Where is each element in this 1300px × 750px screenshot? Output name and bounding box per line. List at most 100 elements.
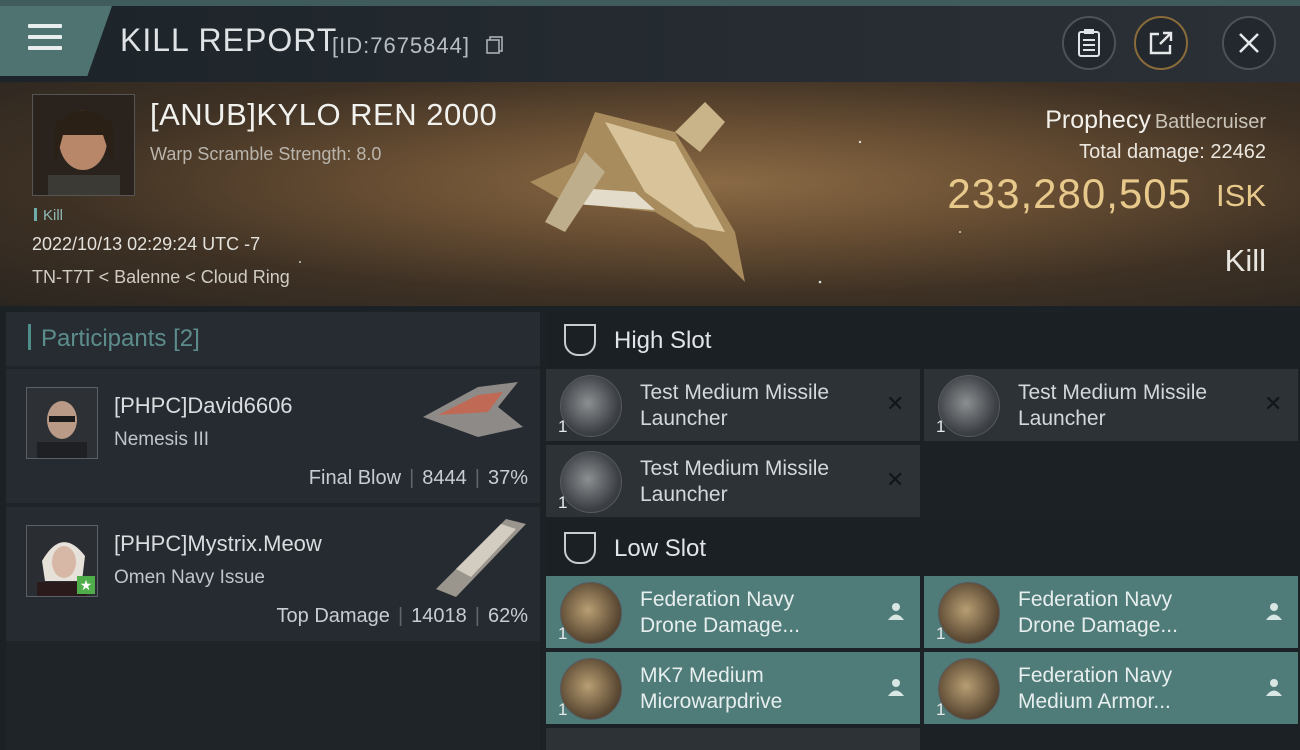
item-name-line1: Test Medium Missile — [640, 381, 830, 404]
low-slot-item[interactable]: 1 Federation Navy Drone Damage... — [546, 576, 920, 648]
item-quantity: 1 — [558, 493, 568, 512]
participant-row[interactable]: ★ [PHPC]Mystrix.Meow Omen Navy Issue Top… — [6, 507, 540, 641]
item-quantity: 1 — [936, 700, 946, 719]
person-icon — [888, 603, 904, 620]
ship-type: Prophecy Battlecruiser — [1045, 106, 1266, 135]
participant-percent: 62% — [487, 605, 528, 627]
participant-stats: Final Blow | 8444 | 37% — [308, 467, 528, 489]
isk-unit: ISK — [1216, 178, 1266, 213]
high-slot-title: High Slot — [614, 327, 712, 354]
participant-name: [PHPC]David6606 — [114, 393, 293, 418]
drone-damage-module-icon — [938, 582, 1000, 644]
victim-portrait[interactable] — [32, 94, 135, 196]
participant-role: Final Blow — [308, 467, 402, 489]
participant-ship: Omen Navy Issue — [114, 567, 265, 588]
kill-location[interactable]: TN-T7T < Balenne < Cloud Ring — [32, 267, 290, 288]
clipboard-button[interactable] — [1062, 16, 1116, 70]
person-icon — [1266, 679, 1282, 696]
item-quantity: 1 — [558, 624, 568, 643]
participant-ship: Nemesis III — [114, 429, 210, 450]
item-name: Federation Navy Drone Damage... — [1018, 587, 1178, 639]
participant-ship-image — [423, 382, 523, 437]
high-slot-item[interactable]: 1 Test Medium Missile Launcher ✕ — [924, 369, 1298, 441]
participants-title: Participants [2] — [28, 324, 200, 353]
item-name: Test Medium Missile Launcher — [1018, 380, 1207, 432]
ship-class: Battlecruiser — [1154, 111, 1266, 133]
low-slot-item[interactable]: 1 Federation Navy Drone Damage... — [924, 576, 1298, 648]
participant-percent: 37% — [487, 467, 528, 489]
report-id: [ID:7675844] — [332, 33, 470, 58]
item-name-line2: Medium Armor... — [1018, 690, 1171, 713]
victim-name: [ANUB]KYLO REN 2000 — [150, 97, 498, 132]
microwarpdrive-icon — [560, 658, 622, 720]
item-name-line1: Test Medium Missile — [640, 457, 830, 480]
isk-value: 233,280,505 — [947, 170, 1192, 217]
item-name: Test Medium Missile Launcher — [640, 456, 829, 508]
low-slot-item-partial[interactable] — [546, 728, 920, 750]
item-name-line1: Federation Navy — [640, 588, 795, 611]
participant-avatar[interactable] — [26, 387, 98, 459]
item-quantity: 1 — [558, 417, 568, 436]
participants-count: [2] — [173, 325, 200, 352]
victim-ship-image — [530, 102, 745, 282]
portrait-image — [33, 95, 134, 195]
share-button[interactable] — [1134, 16, 1188, 70]
item-name-line2: Microwarpdrive — [640, 690, 783, 713]
warp-scramble-strength: Warp Scramble Strength: 8.0 — [150, 144, 382, 164]
high-slot-icon — [564, 324, 596, 356]
star-icon: ★ — [77, 576, 95, 594]
hamburger-icon[interactable] — [28, 24, 62, 54]
close-icon — [1239, 33, 1259, 53]
item-name-line2: Launcher — [640, 407, 728, 430]
participant-avatar[interactable]: ★ — [26, 525, 98, 597]
participant-damage: 8444 — [422, 467, 467, 489]
copy-icon[interactable] — [486, 36, 504, 54]
item-name: MK7 Medium Microwarpdrive — [640, 663, 782, 715]
destroyed-icon: ✕ — [886, 391, 905, 416]
high-slot-header: High Slot — [546, 312, 1300, 368]
participant-row[interactable]: [PHPC]David6606 Nemesis III Final Blow | 8… — [6, 369, 540, 503]
person-icon — [1266, 603, 1282, 620]
item-name-line2: Drone Damage... — [640, 614, 800, 637]
destroyed-icon: ✕ — [1264, 391, 1283, 416]
low-slot-title: Low Slot — [614, 535, 707, 562]
low-slot-item[interactable]: 1 Federation Navy Medium Armor... — [924, 652, 1298, 724]
kill-result: Kill — [1224, 243, 1266, 278]
low-slot-header: Low Slot — [546, 520, 1300, 576]
item-quantity: 1 — [558, 700, 568, 719]
item-name-line2: Drone Damage... — [1018, 614, 1178, 637]
total-damage-value: 22462 — [1210, 141, 1266, 163]
item-name: Federation Navy Medium Armor... — [1018, 663, 1172, 715]
item-name-line1: MK7 Medium — [640, 664, 764, 687]
low-slot-icon — [564, 532, 596, 564]
participants-label: Participants — [41, 325, 167, 352]
high-slot-item[interactable]: 1 Test Medium Missile Launcher ✕ — [546, 445, 920, 517]
high-slot-item[interactable]: 1 Test Medium Missile Launcher ✕ — [546, 369, 920, 441]
item-name-line1: Federation Navy — [1018, 588, 1173, 611]
share-icon — [1149, 31, 1173, 55]
ship-name: Prophecy — [1045, 106, 1151, 134]
kill-tag: Kill — [34, 207, 63, 224]
item-name: Federation Navy Drone Damage... — [640, 587, 800, 639]
total-damage-label: Total damage: — [1079, 141, 1205, 163]
armor-module-icon — [938, 658, 1000, 720]
item-name-line1: Federation Navy — [1018, 664, 1173, 687]
page-title: KILL REPORT — [120, 22, 338, 58]
item-quantity: 1 — [936, 624, 946, 643]
launcher-icon — [938, 375, 1000, 437]
drone-damage-module-icon — [560, 582, 622, 644]
avatar-image — [27, 388, 97, 458]
person-icon — [888, 679, 904, 696]
item-name-line2: Launcher — [1018, 407, 1106, 430]
item-name-line1: Test Medium Missile — [1018, 381, 1208, 404]
launcher-icon — [560, 451, 622, 513]
low-slot-item[interactable]: 1 MK7 Medium Microwarpdrive — [546, 652, 920, 724]
launcher-icon — [560, 375, 622, 437]
close-button[interactable] — [1222, 16, 1276, 70]
participant-damage: 14018 — [411, 605, 467, 627]
total-damage: Total damage: 22462 — [1079, 141, 1266, 164]
participant-ship-image — [436, 519, 526, 597]
destroyed-icon: ✕ — [886, 467, 905, 492]
participant-stats: Top Damage | 14018 | 62% — [276, 605, 528, 627]
item-name: Test Medium Missile Launcher — [640, 380, 829, 432]
